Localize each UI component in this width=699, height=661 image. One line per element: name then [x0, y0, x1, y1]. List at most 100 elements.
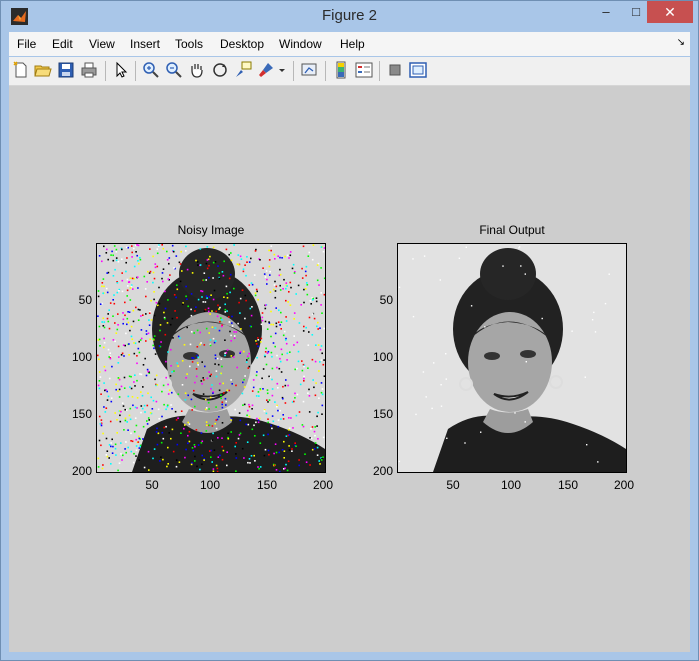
- noise-pixel: [185, 295, 187, 298]
- zoom-in-icon[interactable]: [141, 60, 161, 80]
- noise-pixel: [99, 303, 102, 305]
- noise-pixel: [131, 396, 134, 398]
- link-plot-icon[interactable]: [299, 60, 319, 80]
- noise-pixel: [156, 384, 159, 386]
- noise-pixel: [253, 424, 255, 427]
- noise-pixel: [127, 311, 129, 313]
- noise-pixel: [127, 446, 129, 449]
- noise-pixel: [273, 288, 275, 291]
- title-bar[interactable]: Figure 2 – □ ✕: [1, 1, 698, 32]
- noise-pixel: [320, 382, 323, 384]
- noise-pixel: [106, 248, 108, 251]
- menu-tools[interactable]: Tools: [175, 37, 203, 51]
- noise-pixel: [161, 277, 163, 280]
- noise-pixel: [273, 253, 276, 256]
- noise-pixel: [98, 415, 101, 418]
- noisy-image-plot[interactable]: [96, 243, 326, 473]
- noise-pixel: [299, 383, 302, 386]
- close-button[interactable]: ✕: [647, 1, 693, 23]
- noise-pixel: [183, 344, 186, 346]
- noise-pixel: [205, 398, 207, 401]
- noise-pixel: [178, 461, 181, 463]
- noise-pixel: [308, 316, 311, 319]
- noise-pixel: [206, 297, 208, 299]
- noise-pixel: [132, 288, 134, 290]
- noise-pixel: [258, 467, 260, 470]
- noise-pixel: [121, 248, 123, 251]
- final-output-plot[interactable]: [397, 243, 627, 473]
- noise-pixel: [121, 279, 124, 282]
- noise-pixel: [122, 344, 125, 346]
- noise-pixel: [296, 367, 298, 370]
- open-file-icon[interactable]: [33, 60, 53, 80]
- noise-pixel: [321, 352, 323, 355]
- noise-pixel: [225, 404, 227, 406]
- noise-pixel: [584, 376, 586, 378]
- data-cursor-icon[interactable]: [233, 60, 253, 80]
- noise-pixel: [120, 354, 123, 356]
- noise-pixel: [279, 360, 282, 363]
- noise-pixel: [268, 399, 271, 401]
- noise-pixel: [245, 423, 247, 426]
- noise-pixel: [175, 255, 178, 257]
- noise-pixel: [180, 410, 183, 412]
- noise-pixel: [277, 409, 279, 412]
- insert-colorbar-icon[interactable]: [331, 60, 351, 80]
- insert-legend-icon[interactable]: [354, 60, 374, 80]
- menu-view[interactable]: View: [89, 37, 115, 51]
- menu-window[interactable]: Window: [279, 37, 322, 51]
- noise-pixel: [114, 340, 116, 343]
- noise-pixel: [280, 418, 282, 420]
- noise-pixel: [114, 447, 117, 450]
- noise-pixel: [284, 255, 286, 258]
- noise-pixel: [173, 294, 176, 296]
- pan-hand-icon[interactable]: [187, 60, 207, 80]
- noise-pixel: [115, 257, 118, 259]
- noise-pixel: [98, 325, 101, 328]
- noise-pixel: [242, 268, 245, 270]
- noise-pixel: [113, 245, 116, 247]
- noise-pixel: [248, 415, 251, 418]
- noise-pixel: [137, 287, 139, 289]
- noise-pixel: [235, 470, 237, 472]
- noise-pixel: [323, 293, 325, 296]
- dock-arrow-icon[interactable]: ↘: [677, 37, 685, 48]
- rotate-3d-icon[interactable]: [210, 60, 230, 80]
- noise-pixel: [243, 403, 246, 406]
- noise-pixel: [309, 437, 311, 439]
- noise-pixel: [134, 342, 137, 345]
- noise-pixel: [276, 382, 279, 385]
- noise-pixel: [247, 423, 250, 426]
- noise-pixel: [110, 397, 113, 399]
- noise-pixel: [98, 387, 101, 390]
- noise-pixel: [254, 294, 257, 297]
- save-icon[interactable]: [56, 60, 76, 80]
- noise-pixel: [525, 361, 527, 363]
- noise-pixel: [114, 443, 117, 446]
- noise-pixel: [270, 249, 272, 252]
- menu-file[interactable]: File: [17, 37, 36, 51]
- noise-pixel: [145, 295, 147, 298]
- menu-help[interactable]: Help: [340, 37, 365, 51]
- hide-plot-tools-icon[interactable]: [385, 60, 405, 80]
- noise-pixel: [425, 396, 427, 398]
- noise-pixel: [301, 267, 303, 270]
- noise-pixel: [98, 371, 101, 373]
- noise-pixel: [170, 437, 172, 440]
- new-figure-icon[interactable]: [11, 60, 31, 80]
- menu-edit[interactable]: Edit: [52, 37, 73, 51]
- menu-desktop[interactable]: Desktop: [220, 37, 264, 51]
- brush-icon[interactable]: [256, 60, 276, 80]
- print-icon[interactable]: [79, 60, 99, 80]
- show-plot-tools-icon[interactable]: [408, 60, 428, 80]
- noise-pixel: [288, 257, 290, 259]
- noise-pixel: [267, 449, 270, 452]
- zoom-out-icon[interactable]: [164, 60, 184, 80]
- menu-insert[interactable]: Insert: [130, 37, 160, 51]
- noise-pixel: [191, 331, 193, 333]
- edit-plot-arrow-icon[interactable]: [111, 60, 131, 80]
- noise-pixel: [169, 375, 172, 377]
- minimize-button[interactable]: –: [591, 1, 621, 23]
- chevron-down-icon[interactable]: [277, 60, 287, 80]
- noise-pixel: [304, 288, 307, 290]
